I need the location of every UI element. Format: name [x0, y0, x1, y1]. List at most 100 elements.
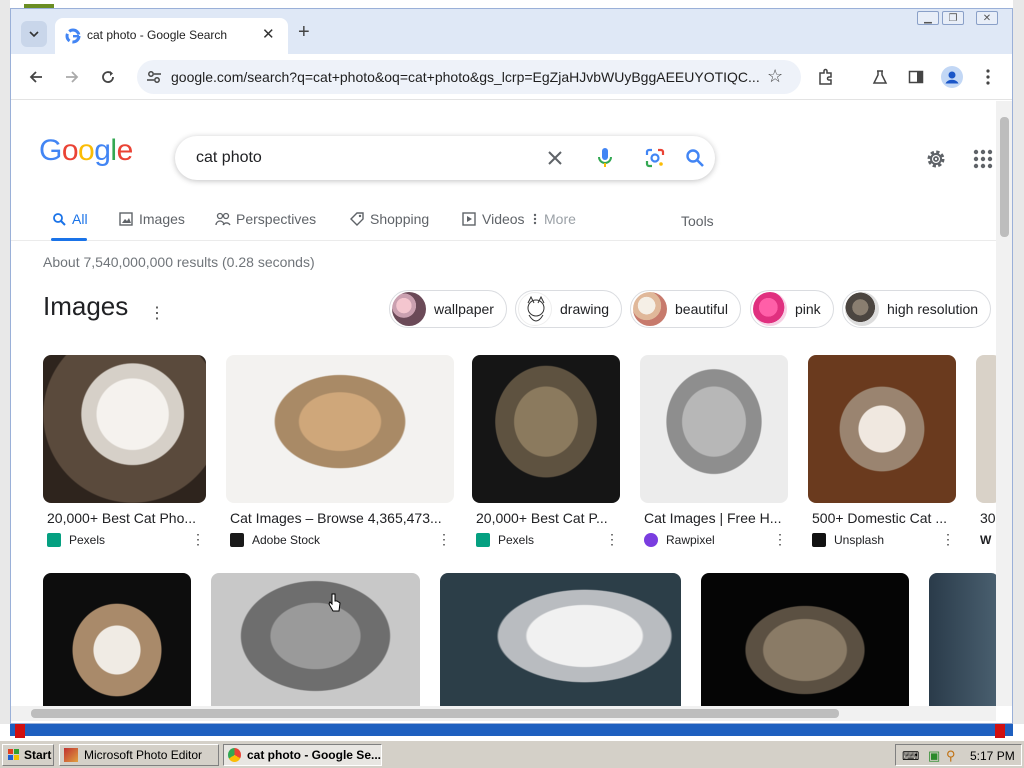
chip-wallpaper[interactable]: wallpaper: [389, 290, 507, 328]
browser-menu-icon[interactable]: [977, 66, 999, 88]
image-more-options-icon[interactable]: ⋮: [191, 531, 205, 548]
image-source[interactable]: Unsplash: [812, 533, 884, 547]
labs-flask-icon[interactable]: [869, 66, 891, 88]
close-window-button[interactable]: ✕: [976, 11, 998, 25]
image-source[interactable]: W: [980, 533, 991, 547]
extensions-icon[interactable]: [815, 66, 837, 88]
clear-search-icon[interactable]: [543, 146, 567, 170]
tab-perspectives-label: Perspectives: [236, 211, 317, 227]
chip-beautiful[interactable]: beautiful: [630, 290, 741, 328]
tab-videos[interactable]: Videos: [461, 211, 525, 227]
google-apps-grid-icon[interactable]: [972, 148, 994, 170]
taskbar-item-browser[interactable]: cat photo - Google Se...: [223, 744, 382, 766]
taskbar-item-label: cat photo - Google Se...: [246, 748, 381, 762]
address-bar[interactable]: google.com/search?q=cat+photo&oq=cat+pho…: [137, 60, 801, 94]
image-result[interactable]: [640, 355, 788, 503]
source-label: Rawpixel: [666, 533, 715, 547]
image-caption[interactable]: 30: [980, 510, 996, 526]
tab-images[interactable]: Images: [118, 211, 185, 227]
search-tray-icon[interactable]: ⚲: [946, 748, 956, 764]
tools-button[interactable]: Tools: [681, 213, 714, 229]
url-text[interactable]: google.com/search?q=cat+photo&oq=cat+pho…: [171, 69, 761, 85]
keyboard-icon[interactable]: ⌨: [902, 749, 919, 763]
horizontal-scroll-thumb[interactable]: [31, 709, 839, 718]
tab-close-icon[interactable]: ✕: [262, 25, 275, 43]
browser-window: cat photo - Google Search ✕ + ▁ ❐ ✕ goog…: [10, 8, 1013, 724]
source-label: W: [980, 533, 992, 547]
browser-tab-active[interactable]: cat photo - Google Search ✕: [55, 18, 288, 54]
back-arrow-icon[interactable]: [25, 66, 47, 88]
start-button[interactable]: Start: [2, 744, 54, 766]
tab-images-label: Images: [139, 211, 185, 227]
image-caption[interactable]: Cat Images | Free H...: [644, 510, 784, 526]
image-caption[interactable]: 20,000+ Best Cat P...: [476, 510, 616, 526]
restore-button[interactable]: ❐: [942, 11, 964, 25]
vertical-scrollbar[interactable]: [996, 101, 1012, 706]
image-more-options-icon[interactable]: ⋮: [773, 531, 787, 548]
chip-high-resolution[interactable]: high resolution: [842, 290, 992, 328]
tab-more-label: More: [544, 211, 576, 227]
voice-search-icon[interactable]: [593, 146, 617, 170]
tab-all-label: All: [72, 211, 88, 227]
image-result[interactable]: [226, 355, 454, 503]
image-caption[interactable]: Cat Images – Browse 4,365,473...: [230, 510, 448, 526]
images-more-options-icon[interactable]: ⋮: [149, 303, 165, 323]
google-logo[interactable]: Google: [39, 134, 133, 168]
tab-all[interactable]: All: [51, 211, 88, 227]
tab-more[interactable]: More: [531, 211, 576, 227]
chip-thumbnail: [518, 292, 552, 326]
image-caption[interactable]: 500+ Domestic Cat ...: [812, 510, 952, 526]
profile-avatar-icon[interactable]: [941, 66, 963, 88]
chip-thumbnail: [845, 292, 879, 326]
lens-search-icon[interactable]: [643, 146, 667, 170]
image-more-options-icon[interactable]: ⋮: [437, 531, 451, 548]
source-label: Pexels: [69, 533, 106, 547]
search-box[interactable]: cat photo: [175, 136, 715, 180]
active-tab-indicator: [51, 238, 87, 241]
tab-shopping[interactable]: Shopping: [349, 211, 429, 227]
image-result[interactable]: [211, 573, 420, 706]
taskbar-item-photo-editor[interactable]: Microsoft Photo Editor: [59, 744, 219, 766]
adobe-stock-icon: [230, 533, 244, 547]
google-results-page: Google cat photo All Images Perspectives…: [11, 101, 996, 706]
image-more-options-icon[interactable]: ⋮: [605, 531, 619, 548]
reload-icon[interactable]: [97, 66, 119, 88]
clock[interactable]: 5:17 PM: [970, 749, 1015, 763]
more-vertical-icon: [531, 211, 539, 227]
image-result[interactable]: [43, 355, 206, 503]
people-icon: [215, 211, 231, 227]
google-favicon-icon: [65, 28, 81, 44]
horizontal-scrollbar[interactable]: [11, 706, 996, 721]
image-result[interactable]: [976, 355, 996, 503]
rawpixel-icon: [644, 533, 658, 547]
site-info-icon[interactable]: [145, 68, 163, 86]
image-source[interactable]: Adobe Stock: [230, 533, 320, 547]
image-result[interactable]: [929, 573, 996, 706]
image-source[interactable]: Rawpixel: [644, 533, 715, 547]
image-result[interactable]: [440, 573, 681, 706]
image-caption[interactable]: 20,000+ Best Cat Pho...: [47, 510, 205, 526]
image-source[interactable]: Pexels: [476, 533, 534, 547]
settings-gear-icon[interactable]: [925, 148, 947, 170]
image-source[interactable]: Pexels: [47, 533, 105, 547]
tab-search-button[interactable]: [21, 21, 47, 47]
image-result[interactable]: [808, 355, 956, 503]
image-result[interactable]: [43, 573, 191, 706]
new-tab-button[interactable]: +: [298, 21, 310, 44]
vertical-scroll-thumb[interactable]: [1000, 117, 1009, 237]
bookmark-star-icon[interactable]: ☆: [767, 66, 783, 87]
chip-pink[interactable]: pink: [750, 290, 834, 328]
image-result[interactable]: [472, 355, 620, 503]
pexels-icon: [47, 533, 61, 547]
search-icon[interactable]: [683, 146, 707, 170]
search-input[interactable]: cat photo: [196, 149, 262, 167]
network-icon[interactable]: ▣: [928, 748, 940, 764]
chip-drawing[interactable]: drawing: [515, 290, 623, 328]
image-more-options-icon[interactable]: ⋮: [941, 531, 955, 548]
tab-perspectives[interactable]: Perspectives: [215, 211, 316, 227]
image-result[interactable]: [701, 573, 909, 706]
side-panel-icon[interactable]: [905, 66, 927, 88]
taskbar: Start Microsoft Photo Editor cat photo -…: [0, 740, 1024, 768]
minimize-button[interactable]: ▁: [917, 11, 939, 25]
forward-arrow-icon[interactable]: [61, 66, 83, 88]
